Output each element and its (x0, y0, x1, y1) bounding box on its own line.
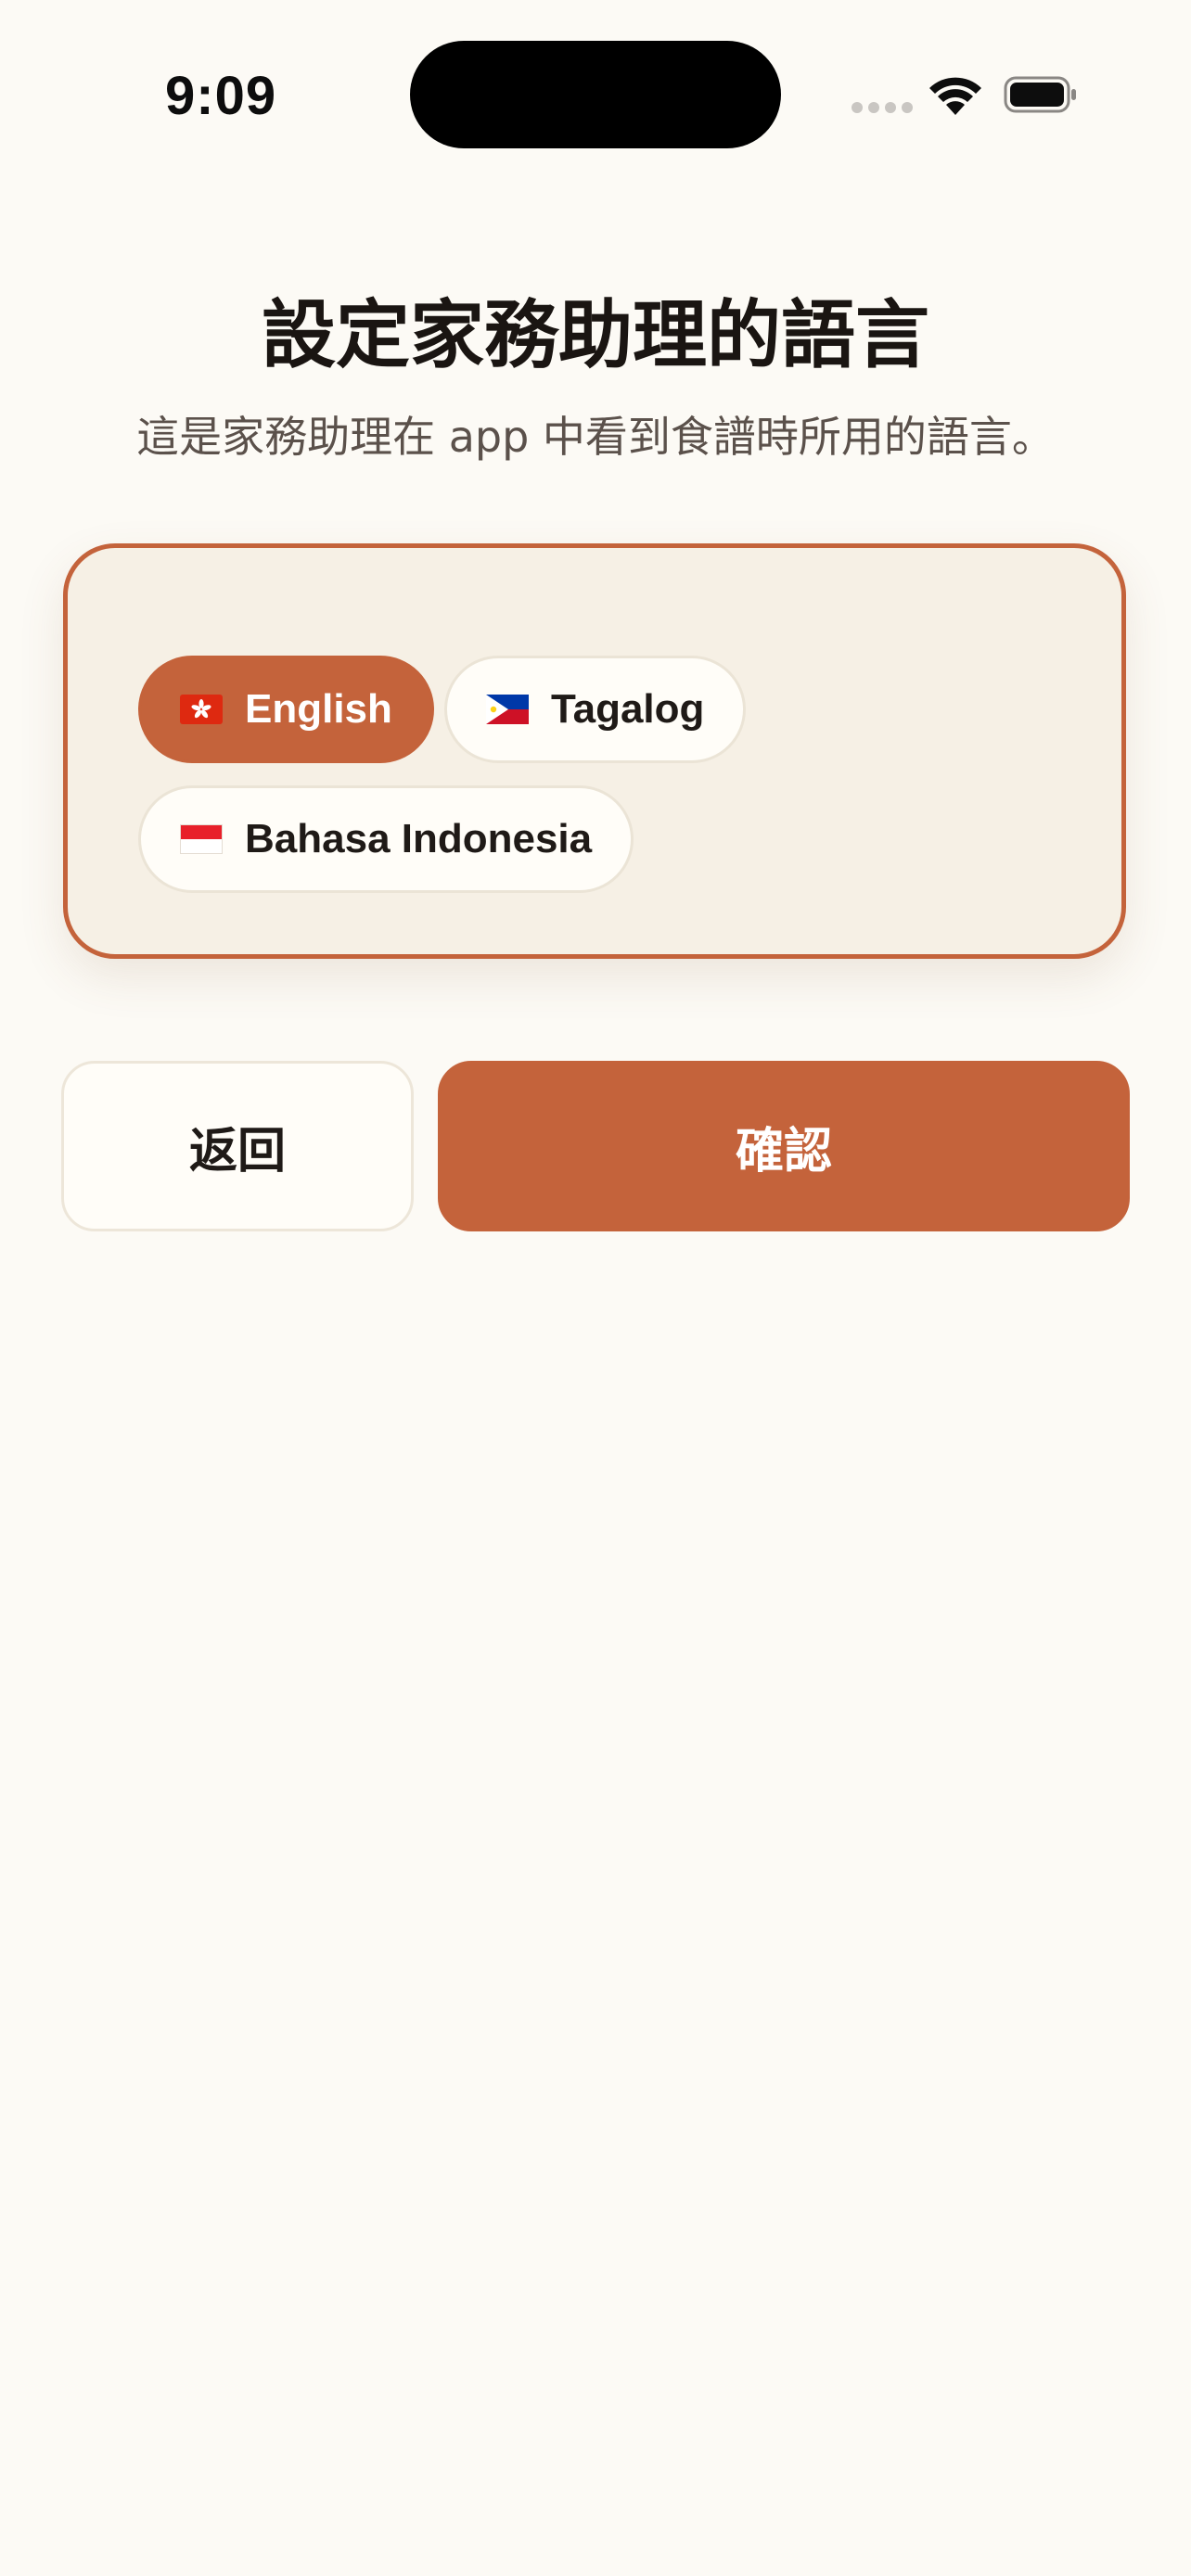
page-subtitle: 這是家務助理在 app 中看到食譜時所用的語言。 (136, 412, 1055, 462)
battery-icon (1004, 76, 1076, 113)
language-selector-card: English Tagalog Bahasa Indonesia (63, 543, 1126, 959)
back-button-label: 返回 (188, 1123, 286, 1180)
language-chip-label: English (245, 686, 392, 732)
language-chip-label: Bahasa Indonesia (245, 816, 593, 861)
philippines-flag-icon (486, 695, 529, 724)
status-bar: 9:09 (0, 0, 1191, 185)
language-chip-bahasa-indonesia[interactable]: Bahasa Indonesia (138, 785, 634, 893)
dynamic-island (410, 41, 781, 148)
wifi-icon (929, 77, 981, 115)
status-time: 9:09 (165, 66, 277, 126)
indonesia-flag-icon (180, 824, 223, 854)
confirm-button[interactable]: 確認 (438, 1061, 1130, 1231)
back-button[interactable]: 返回 (61, 1061, 414, 1231)
hong-kong-flag-icon (180, 695, 223, 724)
language-chip-tagalog[interactable]: Tagalog (444, 656, 747, 763)
language-chip-english[interactable]: English (138, 656, 434, 763)
language-chip-label: Tagalog (551, 686, 705, 732)
confirm-button-label: 確認 (735, 1123, 832, 1180)
cellular-signal-icon (852, 102, 913, 113)
page-title: 設定家務助理的語言 (262, 292, 929, 378)
